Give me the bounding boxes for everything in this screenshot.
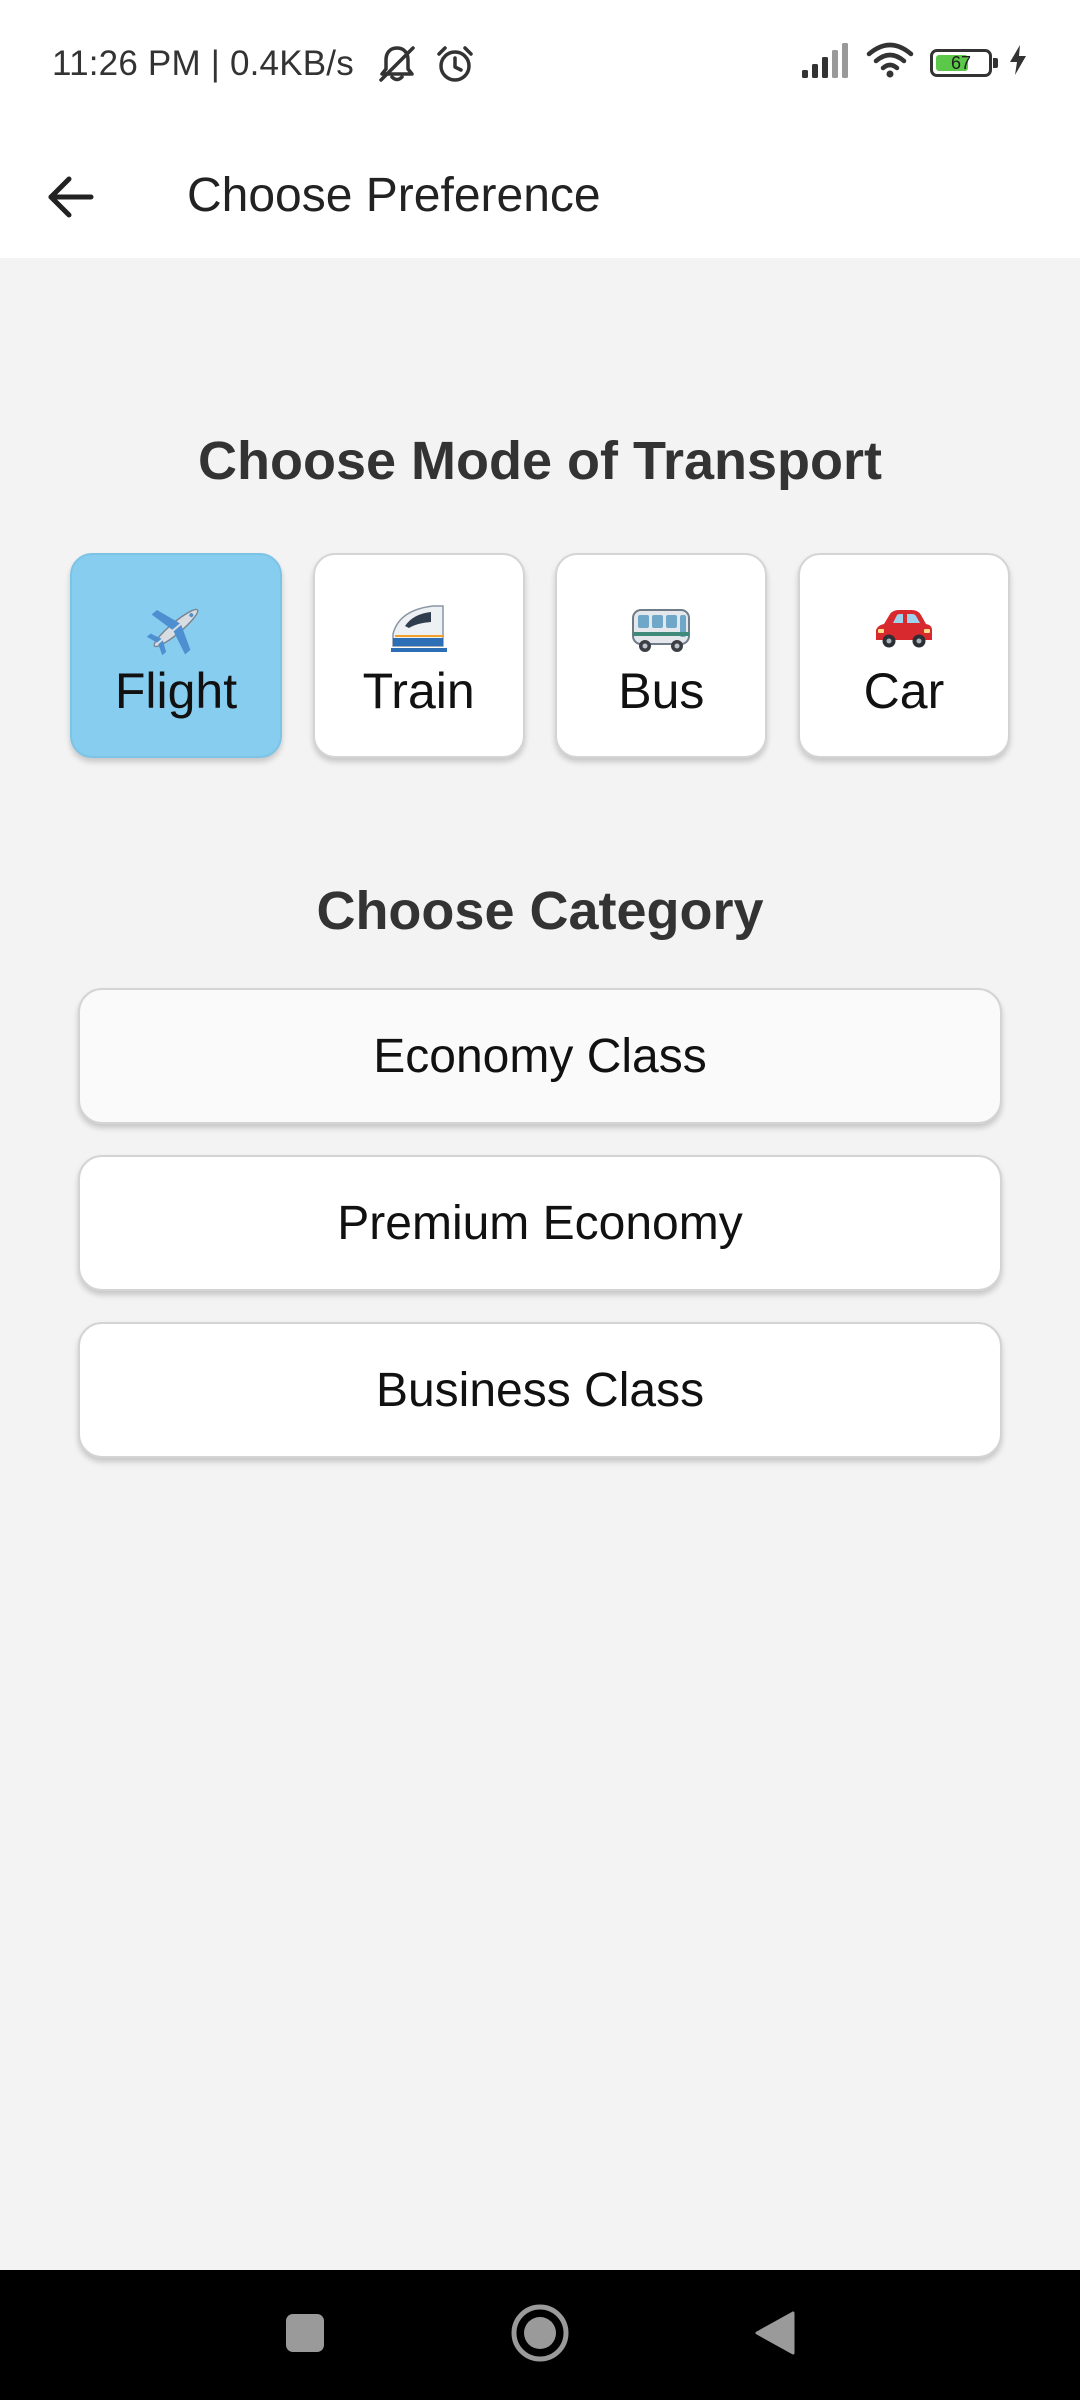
category-button-business[interactable]: Business Class [78,1322,1002,1458]
arrow-left-icon [45,172,95,227]
car-icon [872,596,936,660]
battery-level: 67 [950,52,972,73]
triangle-back-icon [753,2309,797,2362]
transport-options: Flight Train Bus Car [70,553,1010,758]
transport-label-flight: Flight [114,662,238,719]
signal-icon [800,42,850,83]
wifi-icon [866,42,914,83]
battery-icon: 67 [930,48,998,77]
status-right-icons: 67 [800,42,1028,83]
category-button-premium-economy[interactable]: Premium Economy [78,1155,1002,1291]
transport-option-bus[interactable]: Bus [555,553,768,758]
home-circle-icon [508,2301,572,2370]
square-icon [284,2312,326,2359]
battery-cap [993,57,998,68]
status-bar: 11:26 PM | 0.4KB/s 67 [0,0,1080,134]
transport-option-car[interactable]: Car [797,553,1010,758]
category-options: Economy Class Premium Economy Business C… [78,988,1002,1489]
charging-bolt-icon [1008,44,1028,81]
bus-icon [629,596,693,660]
transport-section-title: Choose Mode of Transport [197,431,883,491]
category-button-economy[interactable]: Economy Class [78,988,1002,1124]
recents-button[interactable] [270,2300,340,2370]
transport-option-flight[interactable]: Flight [70,553,282,758]
nav-back-button[interactable] [740,2300,810,2370]
app-bar: Choose Preference [0,134,1080,258]
system-navigation-bar [0,2270,1080,2400]
status-time: 11:26 PM | 0.4KB/s [52,44,354,83]
bullet-train-icon [387,596,451,660]
back-button[interactable] [30,159,110,239]
page-title: Choose Preference [187,169,601,222]
transport-option-train[interactable]: Train [312,553,525,758]
transport-label-car: Car [863,662,945,719]
airplane-icon [144,596,208,660]
home-button[interactable] [505,2300,575,2370]
transport-label-bus: Bus [618,662,705,719]
status-left-icons [375,42,477,91]
transport-label-train: Train [362,662,475,719]
muted-bell-icon [375,42,419,91]
alarm-clock-icon [433,42,477,91]
category-section-title: Choose Category [316,881,764,941]
